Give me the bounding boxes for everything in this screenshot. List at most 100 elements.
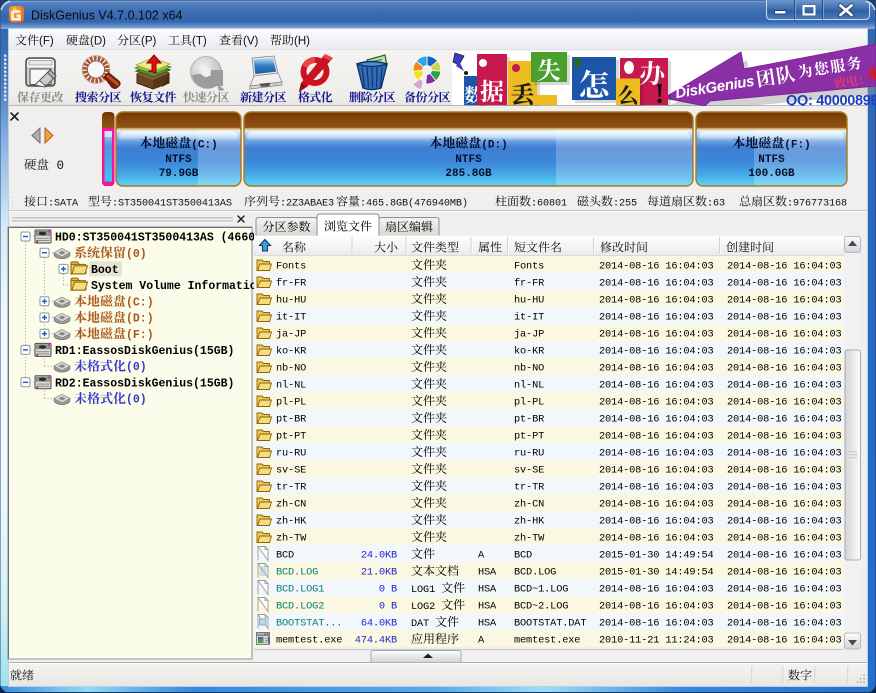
svg-text:zh-TW: zh-TW <box>276 533 307 545</box>
svg-text::255: :255 <box>613 199 637 210</box>
svg-text:sv-SE: sv-SE <box>276 465 306 477</box>
svg-text:2014-08-16 16:04:03: 2014-08-16 16:04:03 <box>727 635 842 647</box>
svg-text:(P): (P) <box>141 36 157 48</box>
svg-text:NTFS: NTFS <box>165 154 192 166</box>
svg-text:2014-08-16 16:04:03: 2014-08-16 16:04:03 <box>599 533 714 545</box>
svg-text:pt-PT: pt-PT <box>514 431 544 443</box>
svg-text:fr-FR: fr-FR <box>514 278 544 290</box>
svg-text:2014-08-16 16:04:03: 2014-08-16 16:04:03 <box>599 482 714 494</box>
svg-text::60801: :60801 <box>531 199 567 210</box>
svg-text:System Volume Information: System Volume Information <box>91 280 264 293</box>
svg-text:memtest.exe: memtest.exe <box>276 635 342 647</box>
svg-text:nl-NL: nl-NL <box>514 380 544 392</box>
svg-text:ja-JP: ja-JP <box>276 329 306 341</box>
svg-text:2014-08-16 16:04:03: 2014-08-16 16:04:03 <box>727 516 842 528</box>
svg-text:2014-08-16 16:04:03: 2014-08-16 16:04:03 <box>727 312 842 324</box>
svg-text:2014-08-16 16:04:03: 2014-08-16 16:04:03 <box>599 516 714 528</box>
svg-text:!: ! <box>655 79 664 110</box>
svg-text:2014-08-16 16:04:03: 2014-08-16 16:04:03 <box>599 448 714 460</box>
svg-text:BCD: BCD <box>276 550 294 562</box>
svg-text:24.0KB: 24.0KB <box>361 550 397 562</box>
svg-text:2014-08-16 16:04:03: 2014-08-16 16:04:03 <box>727 380 842 392</box>
svg-text:Boot: Boot <box>91 264 119 277</box>
svg-text:RD1:EassosDiskGenius(15GB): RD1:EassosDiskGenius(15GB) <box>55 345 234 358</box>
svg-text:it-IT: it-IT <box>514 312 544 324</box>
svg-text:BCD~2.LOG: BCD~2.LOG <box>514 601 568 613</box>
svg-text:hu-HU: hu-HU <box>514 295 544 307</box>
svg-text:tr-TR: tr-TR <box>514 482 544 494</box>
svg-text:285.8GB: 285.8GB <box>445 168 492 180</box>
svg-text:2014-08-16 16:04:03: 2014-08-16 16:04:03 <box>727 363 842 375</box>
svg-text:2014-08-16 16:04:03: 2014-08-16 16:04:03 <box>599 499 714 511</box>
svg-text:DiskGenius V4.7.0.102 x64: DiskGenius V4.7.0.102 x64 <box>31 9 183 23</box>
svg-text:BOOTSTAT...: BOOTSTAT... <box>276 618 342 630</box>
svg-text:2014-08-16 16:04:03: 2014-08-16 16:04:03 <box>599 465 714 477</box>
svg-text:21.0KB: 21.0KB <box>361 567 397 579</box>
svg-text:(0): (0) <box>126 248 147 261</box>
svg-text:nb-NO: nb-NO <box>514 363 544 375</box>
svg-text:fr-FR: fr-FR <box>276 278 306 290</box>
svg-text:LOG2: LOG2 <box>411 601 441 613</box>
svg-text:(V): (V) <box>243 36 259 48</box>
svg-text:2014-08-16 16:04:03: 2014-08-16 16:04:03 <box>599 397 714 409</box>
svg-text:2014-08-16 16:04:03: 2014-08-16 16:04:03 <box>599 380 714 392</box>
svg-text:64.0KB: 64.0KB <box>361 618 397 630</box>
svg-text:ru-RU: ru-RU <box>514 448 544 460</box>
svg-text:NTFS: NTFS <box>455 154 482 166</box>
svg-text:2014-08-16 16:04:03: 2014-08-16 16:04:03 <box>727 448 842 460</box>
svg-text::SATA: :SATA <box>48 199 79 210</box>
svg-text:2014-08-16 16:04:03: 2014-08-16 16:04:03 <box>727 550 842 562</box>
svg-text:ko-KR: ko-KR <box>276 346 306 358</box>
svg-text:sv-SE: sv-SE <box>514 465 544 477</box>
svg-text:79.9GB: 79.9GB <box>159 168 199 180</box>
svg-text:2014-08-16 16:04:03: 2014-08-16 16:04:03 <box>727 499 842 511</box>
svg-text:2014-08-16 16:04:03: 2014-08-16 16:04:03 <box>727 584 842 596</box>
svg-text:DAT: DAT <box>411 618 435 630</box>
svg-text::2Z3ABAE3: :2Z3ABAE3 <box>280 199 334 210</box>
svg-text:ko-KR: ko-KR <box>514 346 544 358</box>
svg-text:pt-BR: pt-BR <box>276 414 306 426</box>
svg-text:0: 0 <box>49 159 64 173</box>
svg-text:it-IT: it-IT <box>276 312 306 324</box>
svg-text:(D:): (D:) <box>481 140 507 152</box>
svg-text:2014-08-16 16:04:03: 2014-08-16 16:04:03 <box>727 261 842 273</box>
svg-text:2014-08-16 16:04:03: 2014-08-16 16:04:03 <box>599 584 714 596</box>
svg-text:2014-08-16 16:04:03: 2014-08-16 16:04:03 <box>599 618 714 630</box>
svg-text:2014-08-16 16:04:03: 2014-08-16 16:04:03 <box>727 397 842 409</box>
svg-text:2014-08-16 16:04:03: 2014-08-16 16:04:03 <box>599 295 714 307</box>
svg-text:(0): (0) <box>126 361 147 374</box>
svg-text:HSA: HSA <box>478 584 497 596</box>
svg-text:2014-08-16 16:04:03: 2014-08-16 16:04:03 <box>599 414 714 426</box>
svg-text:2014-08-16 16:04:03: 2014-08-16 16:04:03 <box>727 533 842 545</box>
svg-text:(C:): (C:) <box>126 296 154 309</box>
svg-text:HSA: HSA <box>478 601 497 613</box>
svg-text:(H): (H) <box>294 36 310 48</box>
svg-text:pt-PT: pt-PT <box>276 431 306 443</box>
svg-text:2014-08-16 16:04:03: 2014-08-16 16:04:03 <box>727 618 842 630</box>
svg-text:LOG1: LOG1 <box>411 584 441 596</box>
svg-text:2014-08-16 16:04:03: 2014-08-16 16:04:03 <box>727 414 842 426</box>
svg-text:BCD.LOG2: BCD.LOG2 <box>276 601 324 613</box>
svg-text:HD0:ST350041ST3500413AS (4660: HD0:ST350041ST3500413AS (4660 <box>55 232 255 245</box>
svg-text:(C:): (C:) <box>191 140 217 152</box>
svg-text:100.0GB: 100.0GB <box>748 168 795 180</box>
svg-text::465.8GB(476940MB): :465.8GB(476940MB) <box>360 198 468 210</box>
svg-text:BCD.LOG: BCD.LOG <box>276 567 318 579</box>
svg-text:RD2:EassosDiskGenius(15GB): RD2:EassosDiskGenius(15GB) <box>55 377 234 390</box>
svg-text:474.4KB: 474.4KB <box>355 635 397 647</box>
svg-text:HSA: HSA <box>478 618 497 630</box>
svg-text:memtest.exe: memtest.exe <box>514 635 580 647</box>
svg-text:zh-HK: zh-HK <box>514 516 545 528</box>
svg-text:pl-PL: pl-PL <box>514 397 544 409</box>
svg-text:2014-08-16 16:04:03: 2014-08-16 16:04:03 <box>727 465 842 477</box>
svg-text:zh-HK: zh-HK <box>276 516 307 528</box>
svg-text:A: A <box>478 635 485 647</box>
svg-text:zh-CN: zh-CN <box>276 499 306 511</box>
svg-text:0 B: 0 B <box>379 584 397 596</box>
svg-text:(F): (F) <box>39 36 54 48</box>
svg-text:Fonts: Fonts <box>276 261 306 273</box>
svg-text:BCD: BCD <box>514 550 532 562</box>
svg-text:2014-08-16 16:04:03: 2014-08-16 16:04:03 <box>599 261 714 273</box>
svg-text:2010-11-21 11:24:03: 2010-11-21 11:24:03 <box>599 635 714 647</box>
svg-text:2014-08-16 16:04:03: 2014-08-16 16:04:03 <box>727 567 842 579</box>
